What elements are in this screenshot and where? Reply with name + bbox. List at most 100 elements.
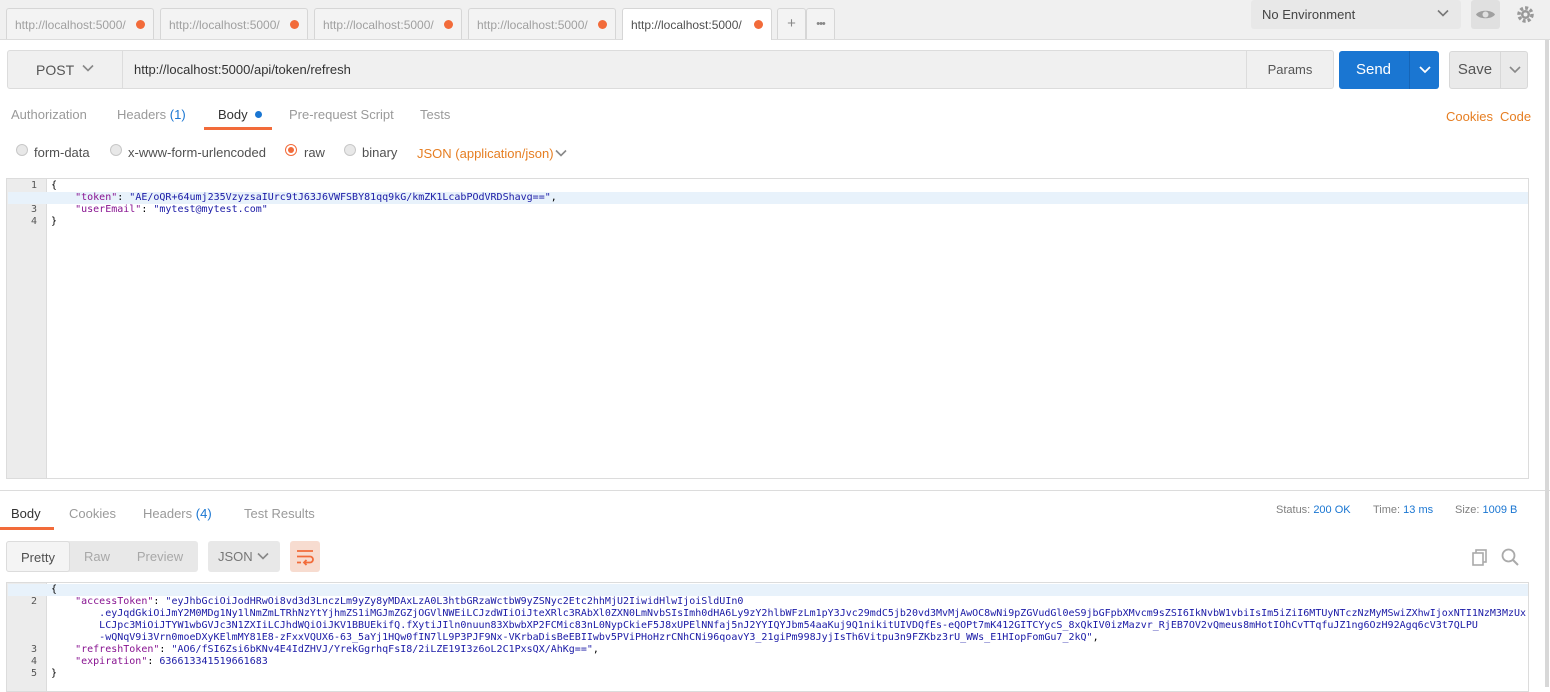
response-tab-cookies[interactable]: Cookies xyxy=(69,506,116,521)
radio-raw-label: raw xyxy=(304,145,325,160)
response-size: Size: 1009 B xyxy=(1455,504,1517,516)
request-tab[interactable]: http://localhost:5000/ xyxy=(6,8,154,39)
cookies-link[interactable]: Cookies xyxy=(1446,109,1493,124)
json-string: .eyJqdGkiOiJmY2M0MDg1Ny1lNmZmLTRhNzYtYjh… xyxy=(99,608,1527,619)
response-tab-body[interactable]: Body xyxy=(11,506,41,521)
active-tab-indicator xyxy=(204,127,272,130)
wrap-lines-button[interactable] xyxy=(290,541,320,572)
tab-label: http://localhost:5000/ xyxy=(15,18,126,32)
editor-gutter: 1 2 3 4 xyxy=(7,179,47,478)
active-line-highlight xyxy=(8,584,1528,596)
code-link[interactable]: Code xyxy=(1500,109,1531,124)
send-button[interactable]: Send xyxy=(1339,51,1439,89)
status-label: Status: xyxy=(1276,504,1311,516)
request-url-bar: POST http://localhost:5000/api/token/ref… xyxy=(7,50,1334,89)
more-tabs-button[interactable]: ••• xyxy=(806,8,835,39)
response-gutter: 1 2 3 4 5 xyxy=(7,583,47,691)
response-time: Time: 13 ms xyxy=(1373,504,1433,516)
raw-button[interactable]: Raw xyxy=(70,541,124,572)
json-number: 636613341519661683 xyxy=(159,656,268,667)
tab-prerequest-script[interactable]: Pre-request Script xyxy=(289,107,394,122)
line-number: 3 xyxy=(30,644,37,655)
tab-label: http://localhost:5000/ xyxy=(169,18,280,32)
window-scrollbar[interactable] xyxy=(1545,40,1549,687)
code-line-wrapped: .eyJqdGkiOiJmY2M0MDg1Ny1lNmZmLTRhNzYtYjh… xyxy=(51,608,1526,619)
line-number: 4 xyxy=(30,216,37,227)
unsaved-dot-icon xyxy=(444,20,453,29)
chevron-down-icon xyxy=(555,149,567,157)
size-label: Size: xyxy=(1455,504,1480,516)
unsaved-dot-icon xyxy=(598,20,607,29)
status-value[interactable]: 200 OK xyxy=(1313,504,1350,516)
tab-headers[interactable]: Headers (1) xyxy=(117,107,186,122)
preview-button[interactable]: Preview xyxy=(124,541,196,572)
response-body-viewer[interactable]: 1 2 3 4 5 { "accessToken": "eyJhbGciOiJo… xyxy=(6,582,1529,692)
radio-form-data-label: form-data xyxy=(34,145,90,160)
response-format-select[interactable]: JSON xyxy=(208,541,280,572)
tab-label: http://localhost:5000/ xyxy=(477,18,588,32)
json-key: "refreshToken" xyxy=(75,644,160,655)
ellipsis-icon: ••• xyxy=(816,18,826,30)
save-options-button[interactable] xyxy=(1500,52,1528,88)
chevron-down-icon xyxy=(1419,66,1431,74)
url-input[interactable]: http://localhost:5000/api/token/refresh xyxy=(134,62,351,77)
params-button[interactable]: Params xyxy=(1246,51,1333,88)
request-tab[interactable]: http://localhost:5000/ xyxy=(468,8,616,39)
response-tab-headers[interactable]: Headers (4) xyxy=(143,506,212,521)
radio-raw[interactable] xyxy=(285,144,297,156)
json-key: "token" xyxy=(75,192,118,203)
unsaved-dot-icon xyxy=(754,20,763,29)
time-value[interactable]: 13 ms xyxy=(1403,504,1433,516)
environment-select[interactable]: No Environment xyxy=(1251,0,1461,29)
json-string: LCJpc3MiOiJTYW1wbGVJc3N1ZXIiLCJhdWQiOiJK… xyxy=(99,620,1478,631)
radio-urlencoded[interactable] xyxy=(110,144,122,156)
request-tab[interactable]: http://localhost:5000/ xyxy=(314,8,462,39)
pane-resize-divider[interactable] xyxy=(0,490,1550,491)
code-line: "userEmail": "mytest@mytest.com" xyxy=(75,204,268,215)
radio-urlencoded-label: x-www-form-urlencoded xyxy=(128,145,266,160)
code-line: "accessToken": "eyJhbGciOiJodHRwOi8vd3d3… xyxy=(75,596,744,607)
size-value[interactable]: 1009 B xyxy=(1483,504,1518,516)
content-type-select[interactable]: JSON (application/json) xyxy=(417,146,567,161)
code-line-wrapped: LCJpc3MiOiJTYW1wbGVJc3N1ZXIiLCJhdWQiOiJK… xyxy=(51,620,1478,631)
tab-body[interactable]: Body xyxy=(218,107,263,122)
tab-tests[interactable]: Tests xyxy=(420,107,450,122)
response-format-label: JSON xyxy=(218,549,253,564)
code-line-wrapped: -wQNqV9i3Vrn0moeDXyKElmMY81E8-zFxxVQUX6-… xyxy=(99,632,1099,643)
settings-button[interactable] xyxy=(1511,0,1540,29)
tab-authorization[interactable]: Authorization xyxy=(11,107,87,122)
json-string: "eyJhbGciOiJodHRwOi8vd3d3LnczLm9yZy8yMDA… xyxy=(165,596,744,607)
response-tab-test-results[interactable]: Test Results xyxy=(244,506,315,521)
environment-quick-look-button[interactable] xyxy=(1471,0,1500,29)
request-body-editor[interactable]: 1 2 3 4 { "token": "AE/oQR+64umj235Vzyzs… xyxy=(6,178,1529,479)
tab-body-label: Body xyxy=(218,107,248,122)
code-line: } xyxy=(51,668,58,679)
json-string: "mytest@mytest.com" xyxy=(153,204,268,215)
new-tab-button[interactable]: + xyxy=(777,8,806,39)
request-tab[interactable]: http://localhost:5000/ xyxy=(160,8,308,39)
send-options-button[interactable] xyxy=(1409,51,1439,89)
pretty-button[interactable]: Pretty xyxy=(6,541,70,572)
save-button[interactable]: Save xyxy=(1449,51,1528,89)
tab-headers-label: Headers xyxy=(117,107,167,122)
response-tab-headers-label: Headers xyxy=(143,506,193,521)
request-tab-bar: http://localhost:5000/ http://localhost:… xyxy=(0,0,1550,40)
request-tab-active[interactable]: http://localhost:5000/ xyxy=(622,8,772,40)
response-status: Status: 200 OK xyxy=(1276,504,1351,516)
code-line: { xyxy=(51,180,58,191)
json-string: -wQNqV9i3Vrn0moeDXyKElmMY81E8-zFxxVQUX6-… xyxy=(99,632,1093,643)
response-headers-count-badge: (4) xyxy=(195,506,212,521)
method-select[interactable]: POST xyxy=(8,51,123,88)
copy-icon[interactable] xyxy=(1470,547,1490,567)
chevron-down-icon xyxy=(1509,66,1521,74)
search-icon[interactable] xyxy=(1500,547,1520,567)
response-view-toggle: Pretty Raw Preview xyxy=(6,541,198,572)
unsaved-dot-icon xyxy=(136,20,145,29)
body-modified-dot-icon xyxy=(255,111,263,118)
code-line: { xyxy=(51,584,58,595)
gear-icon xyxy=(1517,6,1534,23)
radio-binary[interactable] xyxy=(344,144,356,156)
content-type-label: JSON (application/json) xyxy=(417,146,554,161)
radio-form-data[interactable] xyxy=(16,144,28,156)
unsaved-dot-icon xyxy=(290,20,299,29)
